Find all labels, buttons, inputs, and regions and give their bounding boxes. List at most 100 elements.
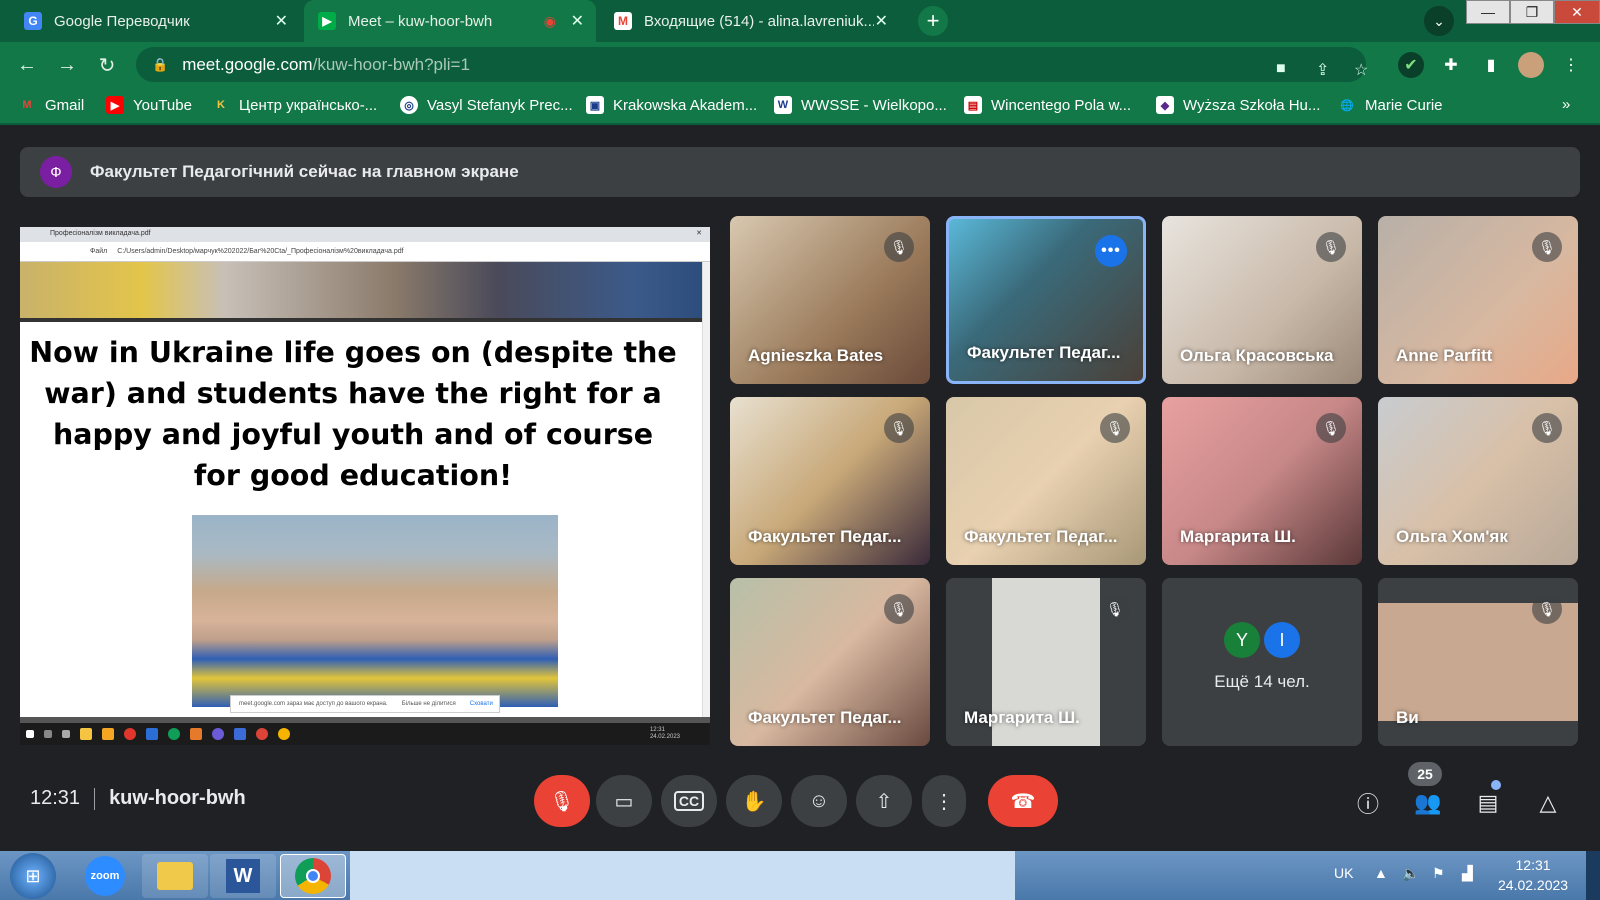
extensions-icon[interactable]: ✚ bbox=[1438, 52, 1464, 78]
action-center-flag-icon[interactable]: ⚑ bbox=[1432, 865, 1445, 882]
side-panel-icon[interactable]: ▮ bbox=[1478, 52, 1504, 78]
hand-icon: ✋ bbox=[741, 790, 767, 813]
reload-icon[interactable]: ↻ bbox=[94, 52, 120, 78]
tab-search-icon[interactable]: ⌄ bbox=[1424, 6, 1454, 36]
mic-off-icon: 🎙 bbox=[1100, 594, 1130, 624]
more-options-button[interactable]: ⋮ bbox=[922, 775, 966, 827]
wyzsza-logo-icon: ◆ bbox=[1156, 96, 1174, 114]
share-icon[interactable]: ⇪ bbox=[1316, 60, 1329, 80]
bookmark-gmail[interactable]: M Gmail bbox=[18, 96, 84, 114]
presenting-banner: Ф Факультет Педагогічний сейчас на главн… bbox=[20, 147, 1580, 197]
recording-icon: ◉ bbox=[543, 12, 556, 29]
close-icon: ✕ bbox=[696, 230, 702, 237]
participant-tile[interactable]: 🎙 Факультет Педаг... bbox=[946, 397, 1146, 565]
close-icon[interactable]: ✕ bbox=[875, 11, 888, 31]
maximize-button[interactable]: ❐ bbox=[1510, 0, 1554, 24]
word-taskbar-button[interactable]: W bbox=[210, 854, 276, 898]
participant-tile[interactable]: 🎙 Anne Parfitt bbox=[1378, 216, 1578, 384]
meet-icon: ▶ bbox=[318, 12, 336, 30]
forward-icon[interactable]: → bbox=[54, 52, 80, 78]
participant-tile[interactable]: 🎙 Маргарита Ш. bbox=[946, 578, 1146, 746]
camera-icon[interactable]: ■ bbox=[1276, 60, 1286, 78]
camera-toggle-button[interactable]: ▭ bbox=[596, 775, 652, 827]
bookmarks-overflow-icon[interactable]: » bbox=[1562, 96, 1570, 113]
tab-title: Входящие (514) - alina.lavreniuk... bbox=[644, 12, 874, 30]
shared-taskbar bbox=[20, 723, 710, 745]
volume-icon[interactable]: 🔈 bbox=[1402, 865, 1419, 882]
chat-icon[interactable]: ▤ bbox=[1470, 786, 1506, 820]
network-icon[interactable]: ▟ bbox=[1462, 865, 1473, 882]
word-icon: W bbox=[226, 859, 260, 893]
system-clock[interactable]: 12:31 24.02.2023 bbox=[1498, 855, 1568, 895]
explorer-taskbar-button[interactable] bbox=[142, 854, 208, 898]
self-tile[interactable]: 🎙 Ви bbox=[1378, 578, 1578, 746]
mic-off-icon: 🎙 bbox=[549, 790, 575, 813]
mic-off-icon: 🎙 bbox=[884, 413, 914, 443]
hang-up-icon: ☎ bbox=[1010, 790, 1036, 813]
mic-toggle-button[interactable]: 🎙 bbox=[534, 775, 590, 827]
shield-extension-icon[interactable]: ✔ bbox=[1398, 52, 1424, 78]
slide-divider bbox=[20, 318, 702, 322]
bookmark-star-icon[interactable]: ☆ bbox=[1354, 60, 1368, 80]
info-icon[interactable]: ⓘ bbox=[1350, 786, 1386, 820]
avatar[interactable] bbox=[1518, 52, 1544, 78]
close-icon[interactable]: ✕ bbox=[275, 11, 288, 31]
tray-expand-icon[interactable]: ▲ bbox=[1374, 865, 1388, 881]
present-button[interactable]: ⇧ bbox=[856, 775, 912, 827]
participant-tile[interactable]: 🎙 Agnieszka Bates bbox=[730, 216, 930, 384]
people-icon[interactable]: 👥 bbox=[1410, 786, 1446, 820]
leave-call-button[interactable]: ☎ bbox=[988, 775, 1058, 827]
meet-area: Ф Факультет Педагогічний сейчас на главн… bbox=[0, 127, 1600, 851]
shared-tab-bar: Професіоналізм викладача.pdf ✕ bbox=[20, 227, 710, 242]
participant-tile[interactable]: 🎙 Факультет Педаг... bbox=[730, 578, 930, 746]
more-options-icon[interactable]: ••• bbox=[1095, 235, 1127, 267]
participant-tile[interactable]: 🎙 Маргарита Ш. bbox=[1162, 397, 1362, 565]
back-icon[interactable]: ← bbox=[14, 52, 40, 78]
mic-off-icon: 🎙 bbox=[1316, 232, 1346, 262]
tab-google-translate[interactable]: G Google Переводчик ✕ bbox=[10, 0, 300, 42]
url-path: /kuw-hoor-bwh?pli=1 bbox=[312, 54, 470, 74]
bookmark-krakowska[interactable]: ▣ Krakowska Akadem... bbox=[586, 96, 757, 114]
close-window-button[interactable]: ✕ bbox=[1554, 0, 1600, 24]
chrome-taskbar-button[interactable] bbox=[280, 854, 346, 898]
url-field[interactable]: 🔒 meet.google.com/kuw-hoor-bwh?pli=1 ■ ⇪… bbox=[136, 47, 1368, 82]
raise-hand-button[interactable]: ✋ bbox=[726, 775, 782, 827]
zoom-taskbar-button[interactable]: zoom bbox=[72, 854, 138, 898]
minimize-button[interactable]: — bbox=[1466, 0, 1510, 24]
participant-tile-active[interactable]: ••• Факультет Педаг... bbox=[946, 216, 1146, 384]
bookmark-wwsse[interactable]: W WWSSE - Wielkopo... bbox=[774, 96, 947, 114]
krakowska-logo-icon: ▣ bbox=[586, 96, 604, 114]
tab-meet[interactable]: ▶ Meet – kuw-hoor-bwh ◉ ✕ bbox=[304, 0, 596, 42]
windows-start-icon[interactable]: ⊞ bbox=[10, 853, 56, 899]
reactions-button[interactable]: ☺ bbox=[791, 775, 847, 827]
menu-dots-icon[interactable]: ⋮ bbox=[1558, 52, 1584, 78]
tab-gmail[interactable]: M Входящие (514) - alina.lavreniuk... ✕ bbox=[600, 0, 900, 42]
participant-tile[interactable]: 🎙 Ольга Хом'як bbox=[1378, 397, 1578, 565]
center-logo-icon: K bbox=[217, 99, 225, 111]
participant-tile[interactable]: 🎙 Факультет Педаг... bbox=[730, 397, 930, 565]
new-tab-button[interactable]: + bbox=[918, 6, 948, 36]
bookmark-youtube[interactable]: ▶ YouTube bbox=[106, 96, 192, 114]
participant-tile[interactable]: 🎙 Ольга Красовська bbox=[1162, 216, 1362, 384]
bookmark-marie-curie[interactable]: 🌐 Marie Curie bbox=[1338, 96, 1442, 114]
shared-screen[interactable]: Професіоналізм викладача.pdf ✕ Файл C:/U… bbox=[20, 227, 710, 745]
gmail-icon: M bbox=[22, 99, 32, 111]
slide-text: Now in Ukraine life goes on (despite the… bbox=[29, 336, 677, 492]
captions-icon: CC bbox=[673, 791, 705, 811]
bookmark-stefanyk[interactable]: ◎ Vasyl Stefanyk Prec... bbox=[400, 96, 573, 114]
bookmark-center[interactable]: K Центр українсько-... bbox=[212, 96, 377, 114]
mic-off-icon: 🎙 bbox=[1532, 232, 1562, 262]
wwsse-logo-icon: W bbox=[774, 96, 792, 114]
banner-text: Факультет Педагогічний сейчас на главном… bbox=[90, 162, 519, 181]
bookmark-wyzsza[interactable]: ◆ Wyższa Szkoła Hu... bbox=[1156, 96, 1320, 114]
participant-count-badge: 25 bbox=[1408, 762, 1442, 786]
show-desktop-button[interactable] bbox=[1586, 851, 1600, 900]
close-icon[interactable]: ✕ bbox=[571, 11, 584, 31]
bookmark-pola[interactable]: ▤ Wincentego Pola w... bbox=[964, 96, 1131, 114]
language-indicator[interactable]: UK bbox=[1334, 865, 1353, 881]
more-participants-tile[interactable]: Y I Ещё 14 чел. bbox=[1162, 578, 1362, 746]
chrome-icon bbox=[295, 858, 331, 894]
windows-taskbar: ⊞ zoom W UK ▲ 🔈 ⚑ ▟ 12:31 24.02.2023 bbox=[0, 851, 1600, 900]
captions-button[interactable]: CC bbox=[661, 775, 717, 827]
activities-icon[interactable]: △ bbox=[1530, 786, 1566, 820]
